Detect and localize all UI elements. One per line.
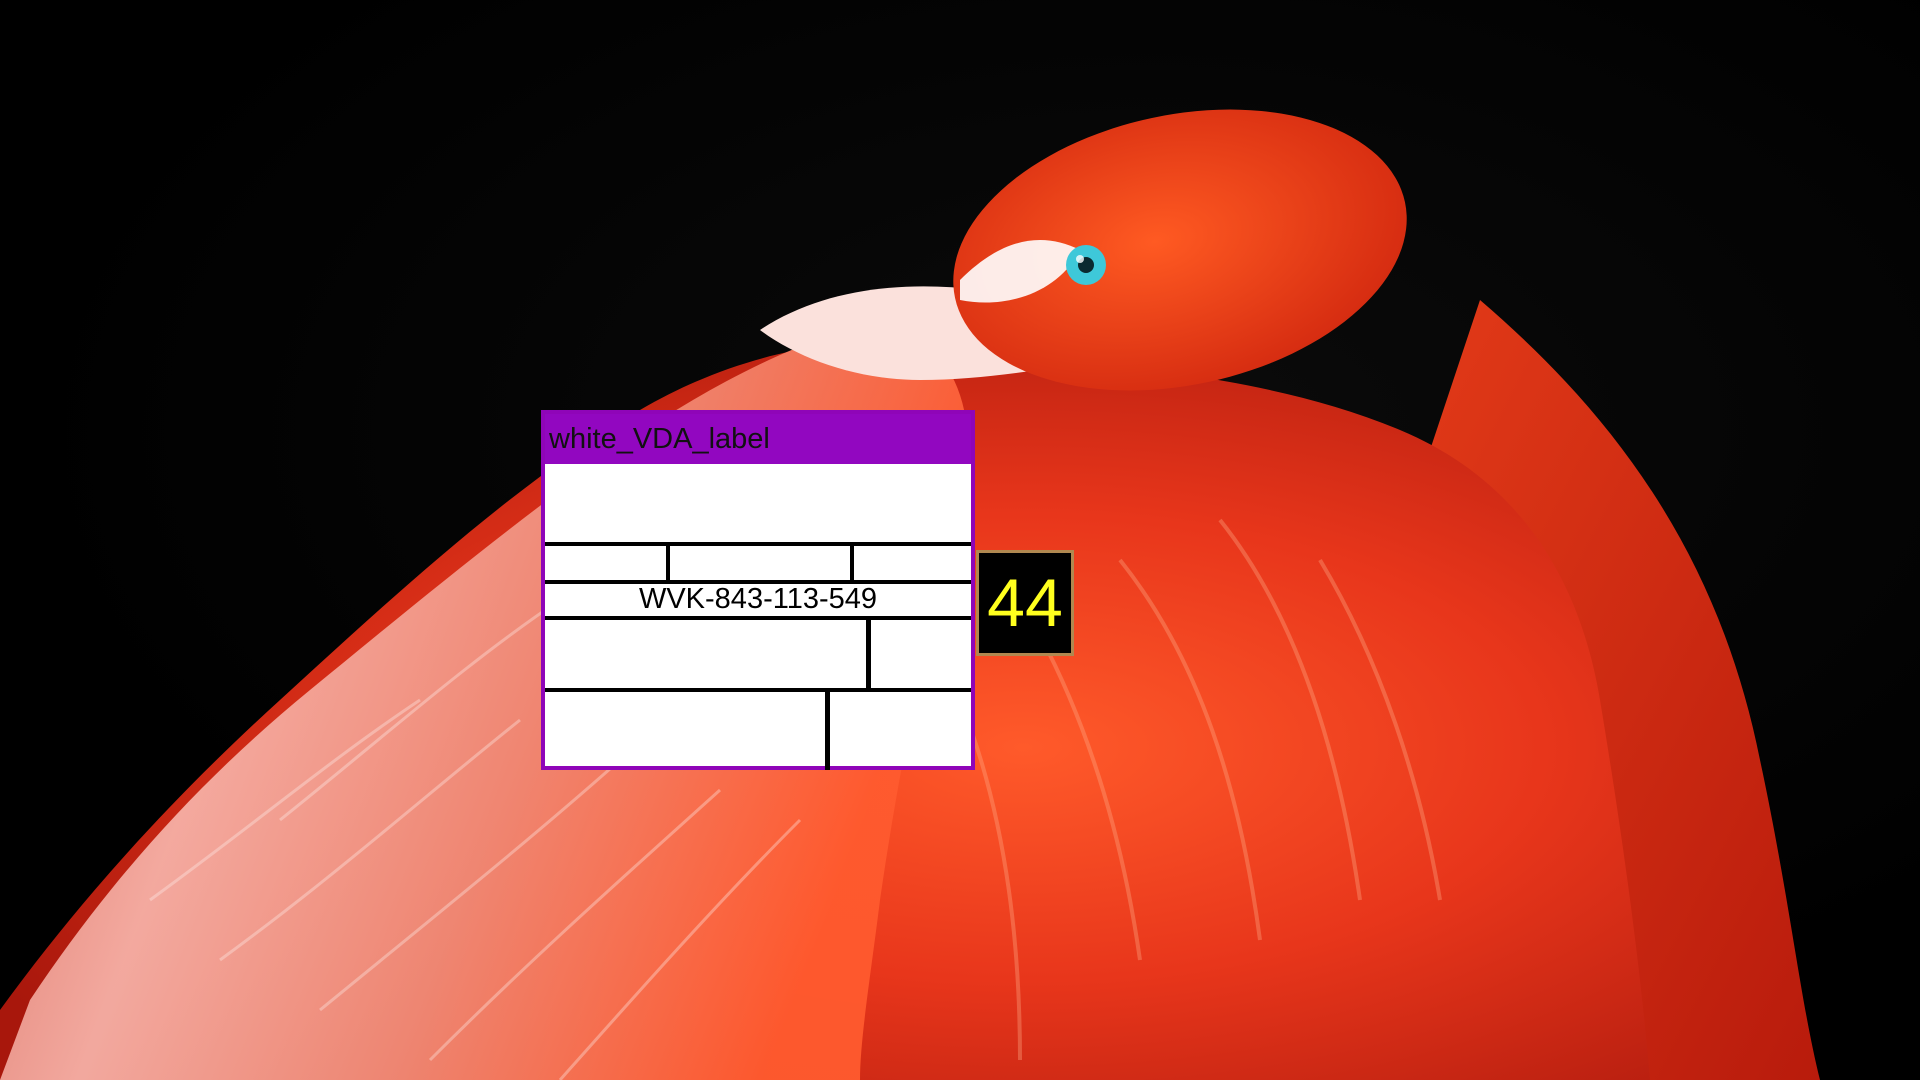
label-rule: [545, 542, 971, 546]
label-rule: [866, 618, 871, 690]
label-rule: [545, 616, 971, 620]
label-rule: [825, 690, 830, 770]
label-rule: [666, 544, 670, 582]
number-badge: 44: [976, 550, 1074, 656]
label-rule: [545, 688, 971, 692]
label-code: WVK-843-113-549: [638, 583, 878, 615]
photo-scene: white_VDA_label WVK-843-113-549 44: [0, 0, 1920, 1080]
label-rule: [850, 544, 854, 582]
label-title: white_VDA_label: [545, 414, 971, 464]
vda-label: white_VDA_label WVK-843-113-549: [541, 410, 975, 770]
